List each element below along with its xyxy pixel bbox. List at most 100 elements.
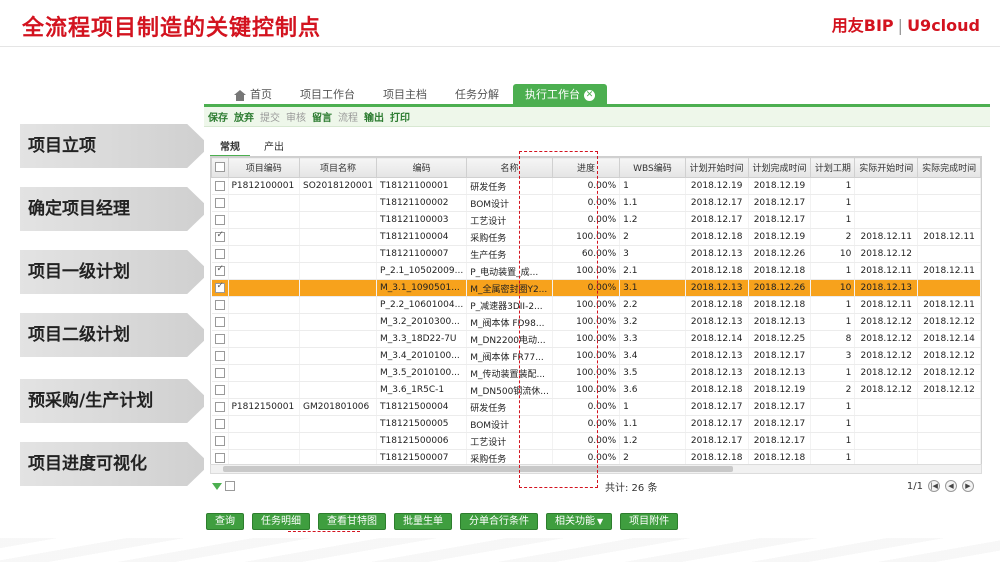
col-plan-duration[interactable]: 计划工期: [810, 157, 856, 178]
first-page-icon[interactable]: |◀: [928, 480, 940, 492]
cell-code: T18121500004: [376, 398, 468, 416]
task-detail-button[interactable]: 任务明细: [252, 513, 310, 530]
cell-pe: 2018.12.19: [748, 381, 812, 399]
tab-task-breakdown[interactable]: 任务分解: [441, 84, 513, 106]
print-button[interactable]: 打印: [390, 109, 410, 124]
message-button[interactable]: 留言: [312, 109, 332, 124]
cell-ps: 2018.12.17: [685, 398, 749, 416]
cell-ae: 2018.12.12: [917, 381, 981, 399]
cell-code: T18121500005: [376, 415, 468, 433]
tab-output[interactable]: 产出: [254, 136, 294, 157]
cell-as: 2018.12.13: [854, 279, 919, 297]
cell-proj: [228, 381, 300, 399]
step-item: 项目立项: [20, 124, 210, 168]
record-count: 共计: 26 条: [605, 482, 658, 494]
step-item: 确定项目经理: [20, 187, 210, 231]
step-item: 预采购/生产计划: [20, 379, 210, 423]
row-checkbox[interactable]: [211, 432, 229, 450]
cell-as: 2018.12.12: [854, 313, 919, 331]
row-checkbox[interactable]: [211, 194, 229, 212]
cell-pe: 2018.12.13: [748, 313, 812, 331]
col-code[interactable]: 编码: [376, 157, 468, 178]
col-wbs-code[interactable]: WBS编码: [619, 157, 686, 178]
cell-pname: [299, 432, 378, 450]
gantt-button[interactable]: 查看甘特图: [318, 513, 386, 530]
prev-page-icon[interactable]: ◀: [945, 480, 957, 492]
attachments-button[interactable]: 项目附件: [620, 513, 679, 530]
cell-as: [854, 194, 919, 212]
row-checkbox[interactable]: [211, 177, 229, 195]
cell-as: 2018.12.12: [854, 347, 919, 365]
tab-home[interactable]: 首页: [220, 84, 286, 106]
cell-pname: [299, 262, 378, 280]
col-plan-end[interactable]: 计划完成时间: [747, 157, 812, 178]
cell-proj: [228, 313, 300, 331]
close-icon[interactable]: ✕: [584, 89, 595, 101]
row-checkbox[interactable]: [211, 228, 229, 246]
row-checkbox[interactable]: [211, 347, 229, 365]
cell-ps: 2018.12.18: [685, 228, 749, 246]
row-checkbox[interactable]: [211, 364, 229, 382]
cell-pname: [299, 381, 378, 399]
tab-general[interactable]: 常规: [210, 136, 250, 157]
row-checkbox[interactable]: [211, 211, 229, 229]
col-actual-end[interactable]: 实际完成时间: [917, 157, 981, 178]
cell-pe: 2018.12.18: [748, 262, 812, 280]
col-project-code[interactable]: 项目编码: [227, 157, 300, 178]
cell-pname: [299, 330, 378, 348]
submit-button[interactable]: 提交: [260, 109, 280, 124]
col-actual-start[interactable]: 实际开始时间: [854, 157, 919, 178]
cell-wbs: 2.1: [619, 262, 686, 280]
next-page-icon[interactable]: ▶: [962, 480, 974, 492]
workflow-button[interactable]: 流程: [338, 109, 358, 124]
save-button[interactable]: 保存: [208, 109, 228, 124]
tab-project-workbench[interactable]: 项目工作台: [286, 84, 369, 106]
split-merge-button[interactable]: 分单合行条件: [460, 513, 538, 530]
slide-title: 全流程项目制造的关键控制点: [22, 16, 322, 41]
cell-code: M_3.2_2010300...: [376, 313, 468, 331]
brand-logo: 用友BIP | U9cloud: [831, 16, 980, 35]
select-all-checkbox[interactable]: [211, 157, 229, 178]
sub-tabs: 常规 产出: [210, 136, 294, 157]
filter-icon[interactable]: [212, 482, 222, 490]
cell-ps: 2018.12.18: [685, 381, 749, 399]
button-label: 相关功能: [555, 516, 595, 527]
scrollbar-thumb[interactable]: [223, 466, 733, 472]
row-checkbox[interactable]: [211, 245, 229, 263]
related-functions-button[interactable]: 相关功能 ▼: [546, 513, 613, 530]
cell-wbs: 3.4: [619, 347, 686, 365]
batch-create-button[interactable]: 批量生单: [394, 513, 452, 530]
cell-ae: 2018.12.12: [917, 364, 981, 382]
tab-execution-workbench[interactable]: 执行工作台 ✕: [513, 84, 607, 106]
cell-pname: [299, 313, 378, 331]
output-button[interactable]: 输出: [364, 109, 384, 124]
row-checkbox[interactable]: [211, 262, 229, 280]
cell-dur: 8: [810, 330, 856, 348]
col-plan-start[interactable]: 计划开始时间: [684, 157, 749, 178]
cell-dur: 1: [810, 432, 856, 450]
row-checkbox[interactable]: [211, 381, 229, 399]
row-checkbox[interactable]: [211, 330, 229, 348]
tab-project-master[interactable]: 项目主档: [369, 84, 441, 106]
row-checkbox[interactable]: [211, 313, 229, 331]
cell-dur: 1: [810, 211, 856, 229]
query-button[interactable]: 查询: [206, 513, 244, 530]
footer-checkbox[interactable]: [225, 481, 235, 491]
discard-button[interactable]: 放弃: [234, 109, 254, 124]
cell-dur: 1: [810, 398, 856, 416]
cell-ps: 2018.12.13: [685, 347, 749, 365]
cell-ps: 2018.12.14: [685, 330, 749, 348]
cell-proj: [228, 364, 300, 382]
row-checkbox[interactable]: [211, 279, 229, 297]
cell-ps: 2018.12.19: [685, 177, 749, 195]
row-checkbox[interactable]: [211, 296, 229, 314]
approve-button[interactable]: 审核: [286, 109, 306, 124]
row-checkbox[interactable]: [211, 415, 229, 433]
cell-wbs: 3.3: [619, 330, 686, 348]
row-checkbox[interactable]: [211, 398, 229, 416]
col-project-name[interactable]: 项目名称: [298, 157, 378, 178]
cell-dur: 10: [810, 279, 856, 297]
cell-dur: 1: [810, 296, 856, 314]
cell-wbs: 1: [619, 177, 686, 195]
cell-pe: 2018.12.17: [748, 194, 812, 212]
